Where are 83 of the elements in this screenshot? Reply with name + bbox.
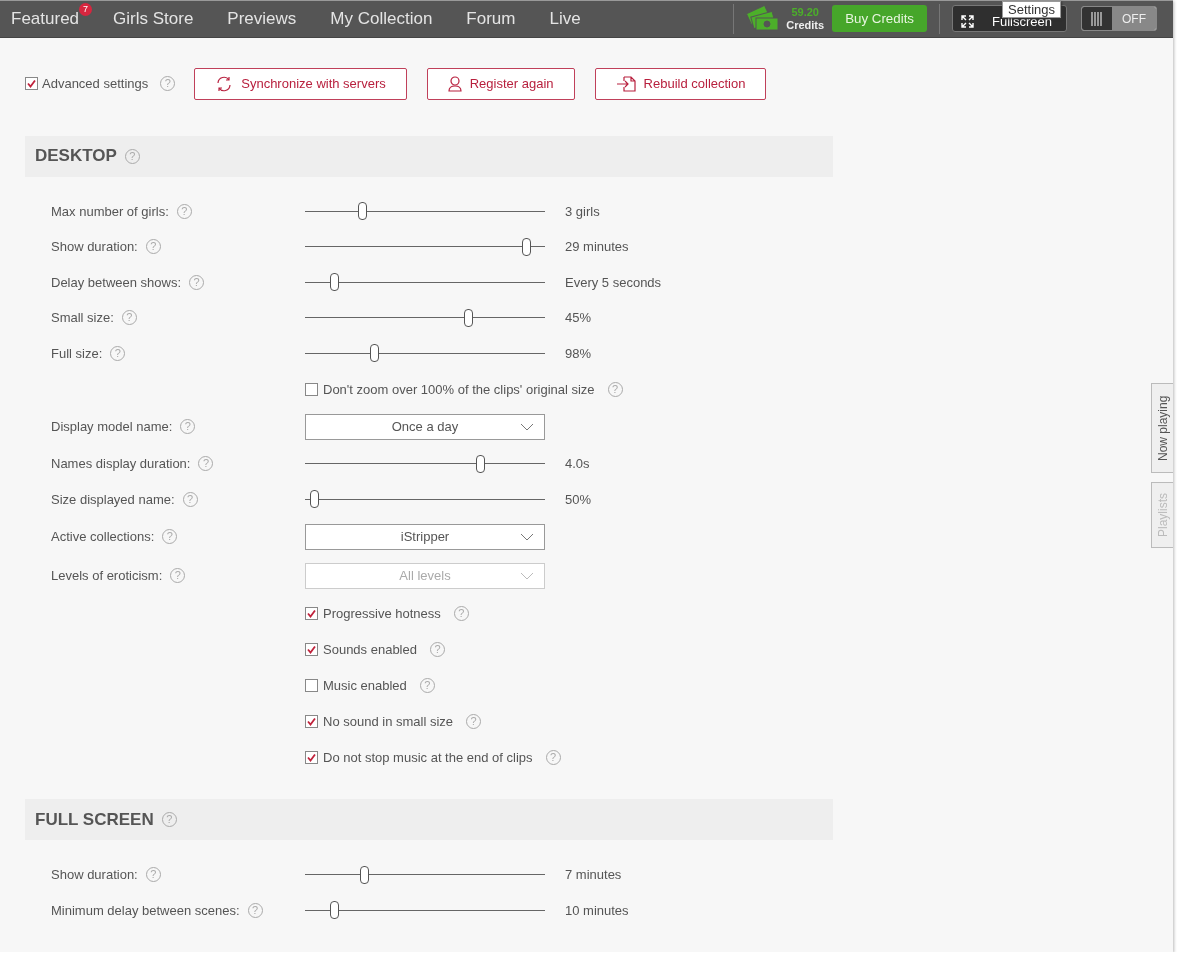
slider[interactable] <box>305 901 545 920</box>
checkbox-label[interactable]: Don't zoom over 100% of the clips' original size <box>323 381 595 397</box>
chevron-down-icon <box>520 571 534 580</box>
side-tab[interactable]: Now playing <box>1151 382 1173 473</box>
setting-label: Delay between shows: <box>51 274 182 290</box>
slider-thumb[interactable] <box>309 490 319 509</box>
setting-label: Show duration: <box>51 867 138 883</box>
setting-label: Max number of girls: <box>51 203 169 219</box>
action-button[interactable]: Synchronize with servers <box>194 67 407 100</box>
slider[interactable] <box>305 865 545 884</box>
checkbox[interactable] <box>305 678 318 692</box>
slider-thumb[interactable] <box>522 237 532 256</box>
slider-thumb[interactable] <box>464 308 474 327</box>
slider-thumb[interactable] <box>369 344 379 363</box>
dropdown[interactable]: Once a day <box>305 413 545 440</box>
nav-tab[interactable]: Featured <box>11 8 80 29</box>
money-icon <box>746 5 781 32</box>
checkbox[interactable] <box>305 382 318 396</box>
nav-tab[interactable]: My Collection <box>330 8 433 29</box>
section-title: DESKTOP <box>35 146 117 166</box>
setting-label: Active collections: <box>51 529 155 544</box>
slider-thumb[interactable] <box>330 273 340 292</box>
slider-thumb[interactable] <box>360 865 370 884</box>
setting-label: Show duration: <box>51 239 138 255</box>
nav-tab[interactable]: Forum <box>466 8 516 29</box>
slider-value: 50% <box>565 491 593 507</box>
checkbox[interactable] <box>305 714 318 728</box>
import-icon <box>615 75 636 92</box>
checkbox-label[interactable]: No sound in small size <box>323 713 454 729</box>
slider-value: 29 minutes <box>565 239 630 255</box>
buy-credits-button[interactable]: Buy Credits <box>832 5 928 33</box>
nav-tab[interactable]: Live <box>549 8 581 29</box>
checkbox[interactable] <box>305 750 318 764</box>
setting-label: Full size: <box>51 345 103 361</box>
setting-label: Minimum delay between scenes: <box>51 902 240 918</box>
bars-icon <box>1091 11 1103 26</box>
toggle-switch[interactable]: OFF <box>1081 6 1157 32</box>
tooltip: Settings <box>1002 1 1061 18</box>
setting-label: Names display duration: <box>51 456 191 472</box>
checkbox-label[interactable]: Advanced settings <box>42 76 149 91</box>
slider-value: 4.0s <box>565 456 591 472</box>
slider-value: 45% <box>565 310 593 326</box>
slider[interactable] <box>305 202 545 221</box>
checkbox-label[interactable]: Do not stop music at the end of clips <box>323 749 533 765</box>
slider[interactable] <box>305 308 545 327</box>
slider-value: Every 5 seconds <box>565 274 663 290</box>
slider[interactable] <box>305 490 545 509</box>
slider-value: 98% <box>565 345 593 361</box>
nav-tab[interactable]: Previews <box>227 8 297 29</box>
dropdown[interactable]: iStripper <box>305 523 545 550</box>
chevron-down-icon <box>520 532 534 541</box>
slider-value: 7 minutes <box>565 867 623 883</box>
credits-label: Credits <box>786 18 825 32</box>
action-button[interactable]: Rebuild collection <box>594 67 767 100</box>
credits-amount: 59.20 <box>791 5 819 19</box>
setting-label: Size displayed name: <box>51 491 175 507</box>
slider-thumb[interactable] <box>475 454 485 473</box>
expand-icon <box>961 15 975 29</box>
sync-icon <box>215 75 234 92</box>
slider-thumb[interactable] <box>330 901 340 920</box>
user-icon <box>447 75 462 92</box>
slider-thumb[interactable] <box>358 202 368 221</box>
setting-label: Display model name: <box>51 419 173 434</box>
dropdown: All levels <box>305 562 545 589</box>
nav-tab[interactable]: Girls Store <box>113 8 194 29</box>
checkbox-label[interactable]: Sounds enabled <box>323 641 417 657</box>
slider-value: 3 girls <box>565 203 601 219</box>
slider[interactable] <box>305 454 545 473</box>
checkbox[interactable] <box>25 77 38 90</box>
notification-badge: 7 <box>79 2 93 16</box>
action-button[interactable]: Register again <box>426 67 575 100</box>
section-title: FULL SCREEN <box>35 809 154 830</box>
chevron-down-icon <box>520 422 534 431</box>
checkbox-label[interactable]: Music enabled <box>323 677 407 693</box>
setting-label: Levels of eroticism: <box>51 568 163 583</box>
checkbox[interactable] <box>305 606 318 620</box>
slider[interactable] <box>305 237 545 256</box>
setting-label: Small size: <box>51 310 114 326</box>
slider[interactable] <box>305 344 545 363</box>
slider-value: 10 minutes <box>565 902 630 918</box>
slider[interactable] <box>305 273 545 292</box>
checkbox-label[interactable]: Progressive hotness <box>323 605 441 621</box>
checkbox[interactable] <box>305 642 318 656</box>
